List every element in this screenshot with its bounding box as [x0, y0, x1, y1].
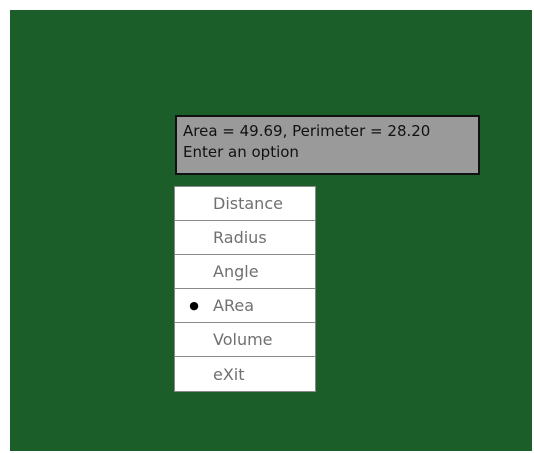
menu-item-angle[interactable]: Angle — [175, 255, 315, 289]
menu-item-exit[interactable]: eXit — [175, 357, 315, 391]
menu-item-label: Angle — [213, 262, 259, 281]
menu-item-label: Distance — [213, 194, 283, 213]
prompt-text: Enter an option — [183, 143, 299, 161]
option-menu: Distance Radius Angle ● ARea Volume eXit — [174, 186, 316, 392]
selection-bullet-icon: ● — [189, 299, 199, 312]
measurement-result-text: Area = 49.69, Perimeter = 28.20 — [183, 122, 431, 140]
drawing-canvas[interactable]: Area = 49.69, Perimeter = 28.20 Enter an… — [10, 10, 532, 451]
command-prompt-tooltip: Area = 49.69, Perimeter = 28.20 Enter an… — [175, 115, 480, 175]
menu-item-radius[interactable]: Radius — [175, 221, 315, 255]
menu-item-label: ARea — [213, 296, 254, 315]
menu-item-label: Volume — [213, 330, 273, 349]
menu-item-label: eXit — [213, 364, 245, 384]
menu-item-volume[interactable]: Volume — [175, 323, 315, 357]
menu-item-area[interactable]: ● ARea — [175, 289, 315, 323]
menu-item-label: Radius — [213, 228, 267, 247]
menu-item-distance[interactable]: Distance — [175, 187, 315, 221]
